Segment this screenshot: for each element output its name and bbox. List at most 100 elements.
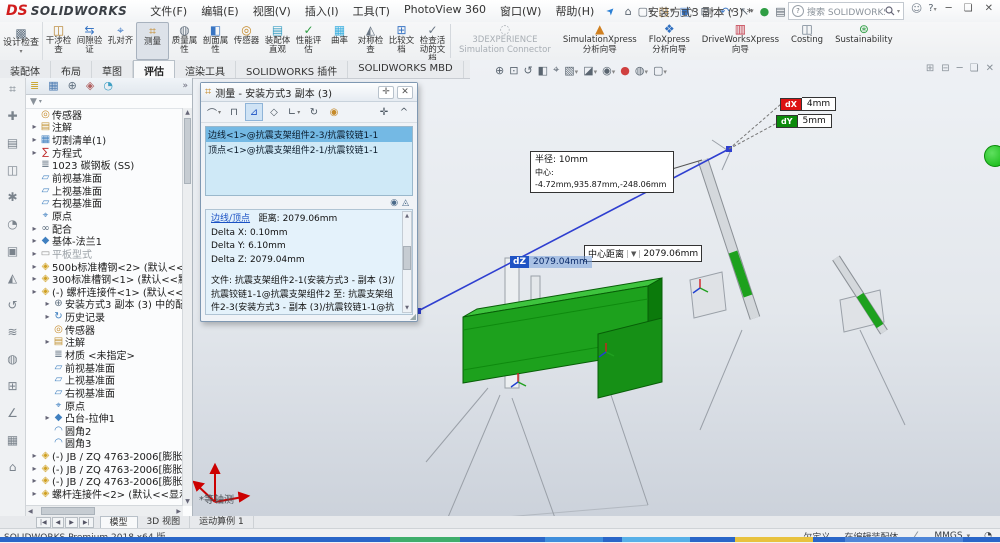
ribbon-tool-3[interactable]: ⌗测量: [136, 22, 169, 60]
apply-scene-icon[interactable]: ◍▾: [635, 64, 648, 77]
collapse-icon[interactable]: ^: [395, 103, 413, 121]
expand-arrow-icon[interactable]: ▸: [30, 287, 39, 296]
tile-window-icon[interactable]: ⊟: [941, 63, 949, 74]
expand-arrow-icon[interactable]: ▸: [43, 413, 52, 422]
hide-show-items-icon[interactable]: ◉▾: [602, 64, 615, 77]
media-button-1[interactable]: ◀: [52, 517, 65, 528]
minimize-window-icon[interactable]: ─: [943, 3, 955, 14]
expand-arrow-icon[interactable]: ▸: [30, 274, 39, 283]
dock-tool-7-icon[interactable]: ▣: [7, 244, 18, 271]
filter-caret-icon[interactable]: ▾: [39, 98, 42, 105]
command-tab-5[interactable]: SOLIDWORKS 插件: [236, 61, 348, 78]
zoom-fit-icon[interactable]: ⊕: [495, 64, 504, 77]
view-settings-icon[interactable]: ▢▾: [653, 64, 667, 77]
scroll-up-icon[interactable]: ▲: [403, 213, 411, 219]
command-tab-0[interactable]: 装配体: [0, 61, 51, 78]
tree-item-24[interactable]: ▸◆凸台-拉伸1: [26, 411, 183, 424]
expand-arrow-icon[interactable]: ▸: [30, 135, 39, 144]
arc-measure-icon[interactable]: ⌒▾: [205, 103, 223, 121]
configuration-manager-tab[interactable]: ⊕: [68, 79, 77, 93]
ribbon-tool-0[interactable]: ◫干涉检查: [43, 22, 74, 60]
chevron-down-icon[interactable]: ▼: [627, 250, 640, 258]
dimxpert-tab[interactable]: ◈: [86, 79, 94, 93]
expand-arrow-icon[interactable]: ▸: [30, 236, 39, 245]
previous-window-icon[interactable]: ⊞: [926, 63, 934, 74]
property-manager-tab[interactable]: ▦: [48, 79, 58, 93]
tree-item-17[interactable]: ◎传感器: [26, 323, 183, 336]
menu-item-0[interactable]: 文件(F): [143, 0, 194, 22]
ribbon-tool-1[interactable]: ⇆间隙验证: [74, 22, 105, 60]
scroll-right-icon[interactable]: ▶: [176, 508, 181, 515]
edit-appearance-icon[interactable]: ●: [620, 64, 630, 77]
expand-arrow-icon[interactable]: ▸: [30, 122, 39, 131]
tree-item-22[interactable]: ▱右视基准面: [26, 386, 183, 399]
create-sensor-icon[interactable]: ◉: [325, 103, 343, 121]
tree-item-26[interactable]: ◠圆角3: [26, 437, 183, 450]
tree-item-28[interactable]: ▸◈(-) JB / ZQ 4763-2006[膨胀螺栓M12: [26, 462, 183, 475]
menu-item-7[interactable]: 帮助(H): [548, 0, 601, 22]
dock-tool-11-icon[interactable]: ◍: [7, 352, 17, 379]
ribbon-tool-12[interactable]: ✓检查活动的文档: [417, 22, 448, 60]
search-box[interactable]: ? 搜索 SOLIDWORKS 帮助 ▾: [788, 2, 904, 20]
measured-pair-link[interactable]: 边线/顶点: [211, 214, 250, 224]
tree-item-6[interactable]: ▱上视基准面: [26, 184, 183, 197]
tree-filter-row[interactable]: ▼ ▾: [26, 95, 192, 109]
expand-arrow-icon[interactable]: ▸: [30, 224, 39, 233]
tree-item-9[interactable]: ▸∞配合: [26, 222, 183, 235]
media-button-3[interactable]: ▶|: [79, 517, 94, 528]
ribbon-tool-10[interactable]: ◭对称检查: [355, 22, 386, 60]
tree-item-21[interactable]: ▱上视基准面: [26, 373, 183, 386]
tree-item-7[interactable]: ▱右视基准面: [26, 196, 183, 209]
dialog-resize-grip[interactable]: ◢: [410, 312, 416, 321]
ribbon-tool-9[interactable]: ▦曲率: [324, 22, 355, 60]
green-sphere-handle[interactable]: [984, 145, 1000, 167]
tabs-overflow-icon[interactable]: »: [182, 81, 188, 91]
expand-arrow-icon[interactable]: ▸: [30, 476, 39, 485]
tree-item-5[interactable]: ▱前视基准面: [26, 171, 183, 184]
dialog-pin-icon[interactable]: ✛: [378, 86, 394, 99]
tree-item-8[interactable]: ⌖原点: [26, 209, 183, 222]
command-tab-6[interactable]: SOLIDWORKS MBD: [348, 61, 463, 78]
feature-tree-tab[interactable]: ≣: [30, 79, 39, 93]
tree-item-13[interactable]: ▸◈300标准槽钢<1> (默认<<默认>_显示状态 1>): [26, 272, 183, 285]
tree-item-29[interactable]: ▸◈(-) JB / ZQ 4763-2006[膨胀螺栓M12: [26, 475, 183, 488]
ribbon-tool-7[interactable]: ▤装配体直观: [262, 22, 293, 60]
tree-item-11[interactable]: ▸▭平板型式: [26, 247, 183, 260]
tree-item-20[interactable]: ▱前视基准面: [26, 361, 183, 374]
expand-arrow-icon[interactable]: ▸: [30, 451, 39, 460]
tree-item-30[interactable]: ▸◈螺杆连接件<2> (默认<<显示状态 1>): [26, 487, 183, 500]
display-manager-tab[interactable]: ◔: [103, 79, 113, 93]
dialog-pin-toggle-icon[interactable]: ✛: [375, 103, 393, 121]
dock-tool-6-icon[interactable]: ◔: [7, 217, 17, 244]
expand-arrow-icon[interactable]: ▸: [30, 262, 39, 271]
tree-item-12[interactable]: ▸◈500b标准槽钢<2> (默认<<默认>_显示状态 1>): [26, 260, 183, 273]
scroll-down-icon[interactable]: ▼: [403, 305, 411, 311]
tree-item-25[interactable]: ◠圆角2: [26, 424, 183, 437]
tree-item-0[interactable]: ◎传感器: [26, 108, 183, 121]
ribbon-xpress-4[interactable]: ◫Costing: [785, 22, 829, 60]
tree-item-3[interactable]: ▸∑方程式: [26, 146, 183, 159]
projected-on-icon[interactable]: ∟▾: [285, 103, 303, 121]
display-style-icon[interactable]: ◪▾: [583, 64, 597, 77]
user-account-icon[interactable]: ☺: [911, 2, 922, 15]
menu-item-3[interactable]: 插入(I): [298, 0, 346, 22]
dock-tool-10-icon[interactable]: ≋: [7, 325, 17, 352]
tree-vertical-scrollbar[interactable]: ▲ ▼: [182, 108, 192, 506]
ribbon-xpress-1[interactable]: ▲SimulationXpress分析向导: [557, 22, 643, 60]
bottom-tab-1[interactable]: 3D 视图: [138, 516, 191, 528]
tree-item-18[interactable]: ▸▤注解: [26, 336, 183, 349]
dock-tool-15-icon[interactable]: ⌂: [9, 460, 17, 487]
measure-selection-list[interactable]: 边线<1>@抗震支架组件2-3/抗震铰链1-1顶点<1>@抗震支架组件2-1/抗…: [205, 126, 413, 196]
bottom-tab-2[interactable]: 运动算例 1: [190, 516, 254, 528]
expand-arrow-icon[interactable]: ▸: [30, 489, 39, 498]
search-caret-icon[interactable]: ▾: [897, 8, 900, 15]
expand-arrow-icon[interactable]: ▸: [30, 249, 39, 258]
previous-view-icon[interactable]: ↺: [523, 64, 532, 77]
measure-dialog[interactable]: ⌗ 测量 - 安装方式3 副本 (3) ✛ ✕ ⌒▾⊓⊿◇∟▾↻◉✛^ 边线<1…: [200, 82, 418, 322]
dock-tool-13-icon[interactable]: ∠: [7, 406, 18, 433]
expand-arrow-icon[interactable]: ▸: [43, 337, 52, 346]
scroll-down-icon[interactable]: ▼: [183, 498, 192, 505]
dock-tool-1-icon[interactable]: ⌗: [9, 82, 16, 109]
expand-arrow-icon[interactable]: ▸: [30, 148, 39, 157]
selection-item-1[interactable]: 顶点<1>@抗震支架组件2-1/抗震铰链1-1: [206, 142, 412, 157]
